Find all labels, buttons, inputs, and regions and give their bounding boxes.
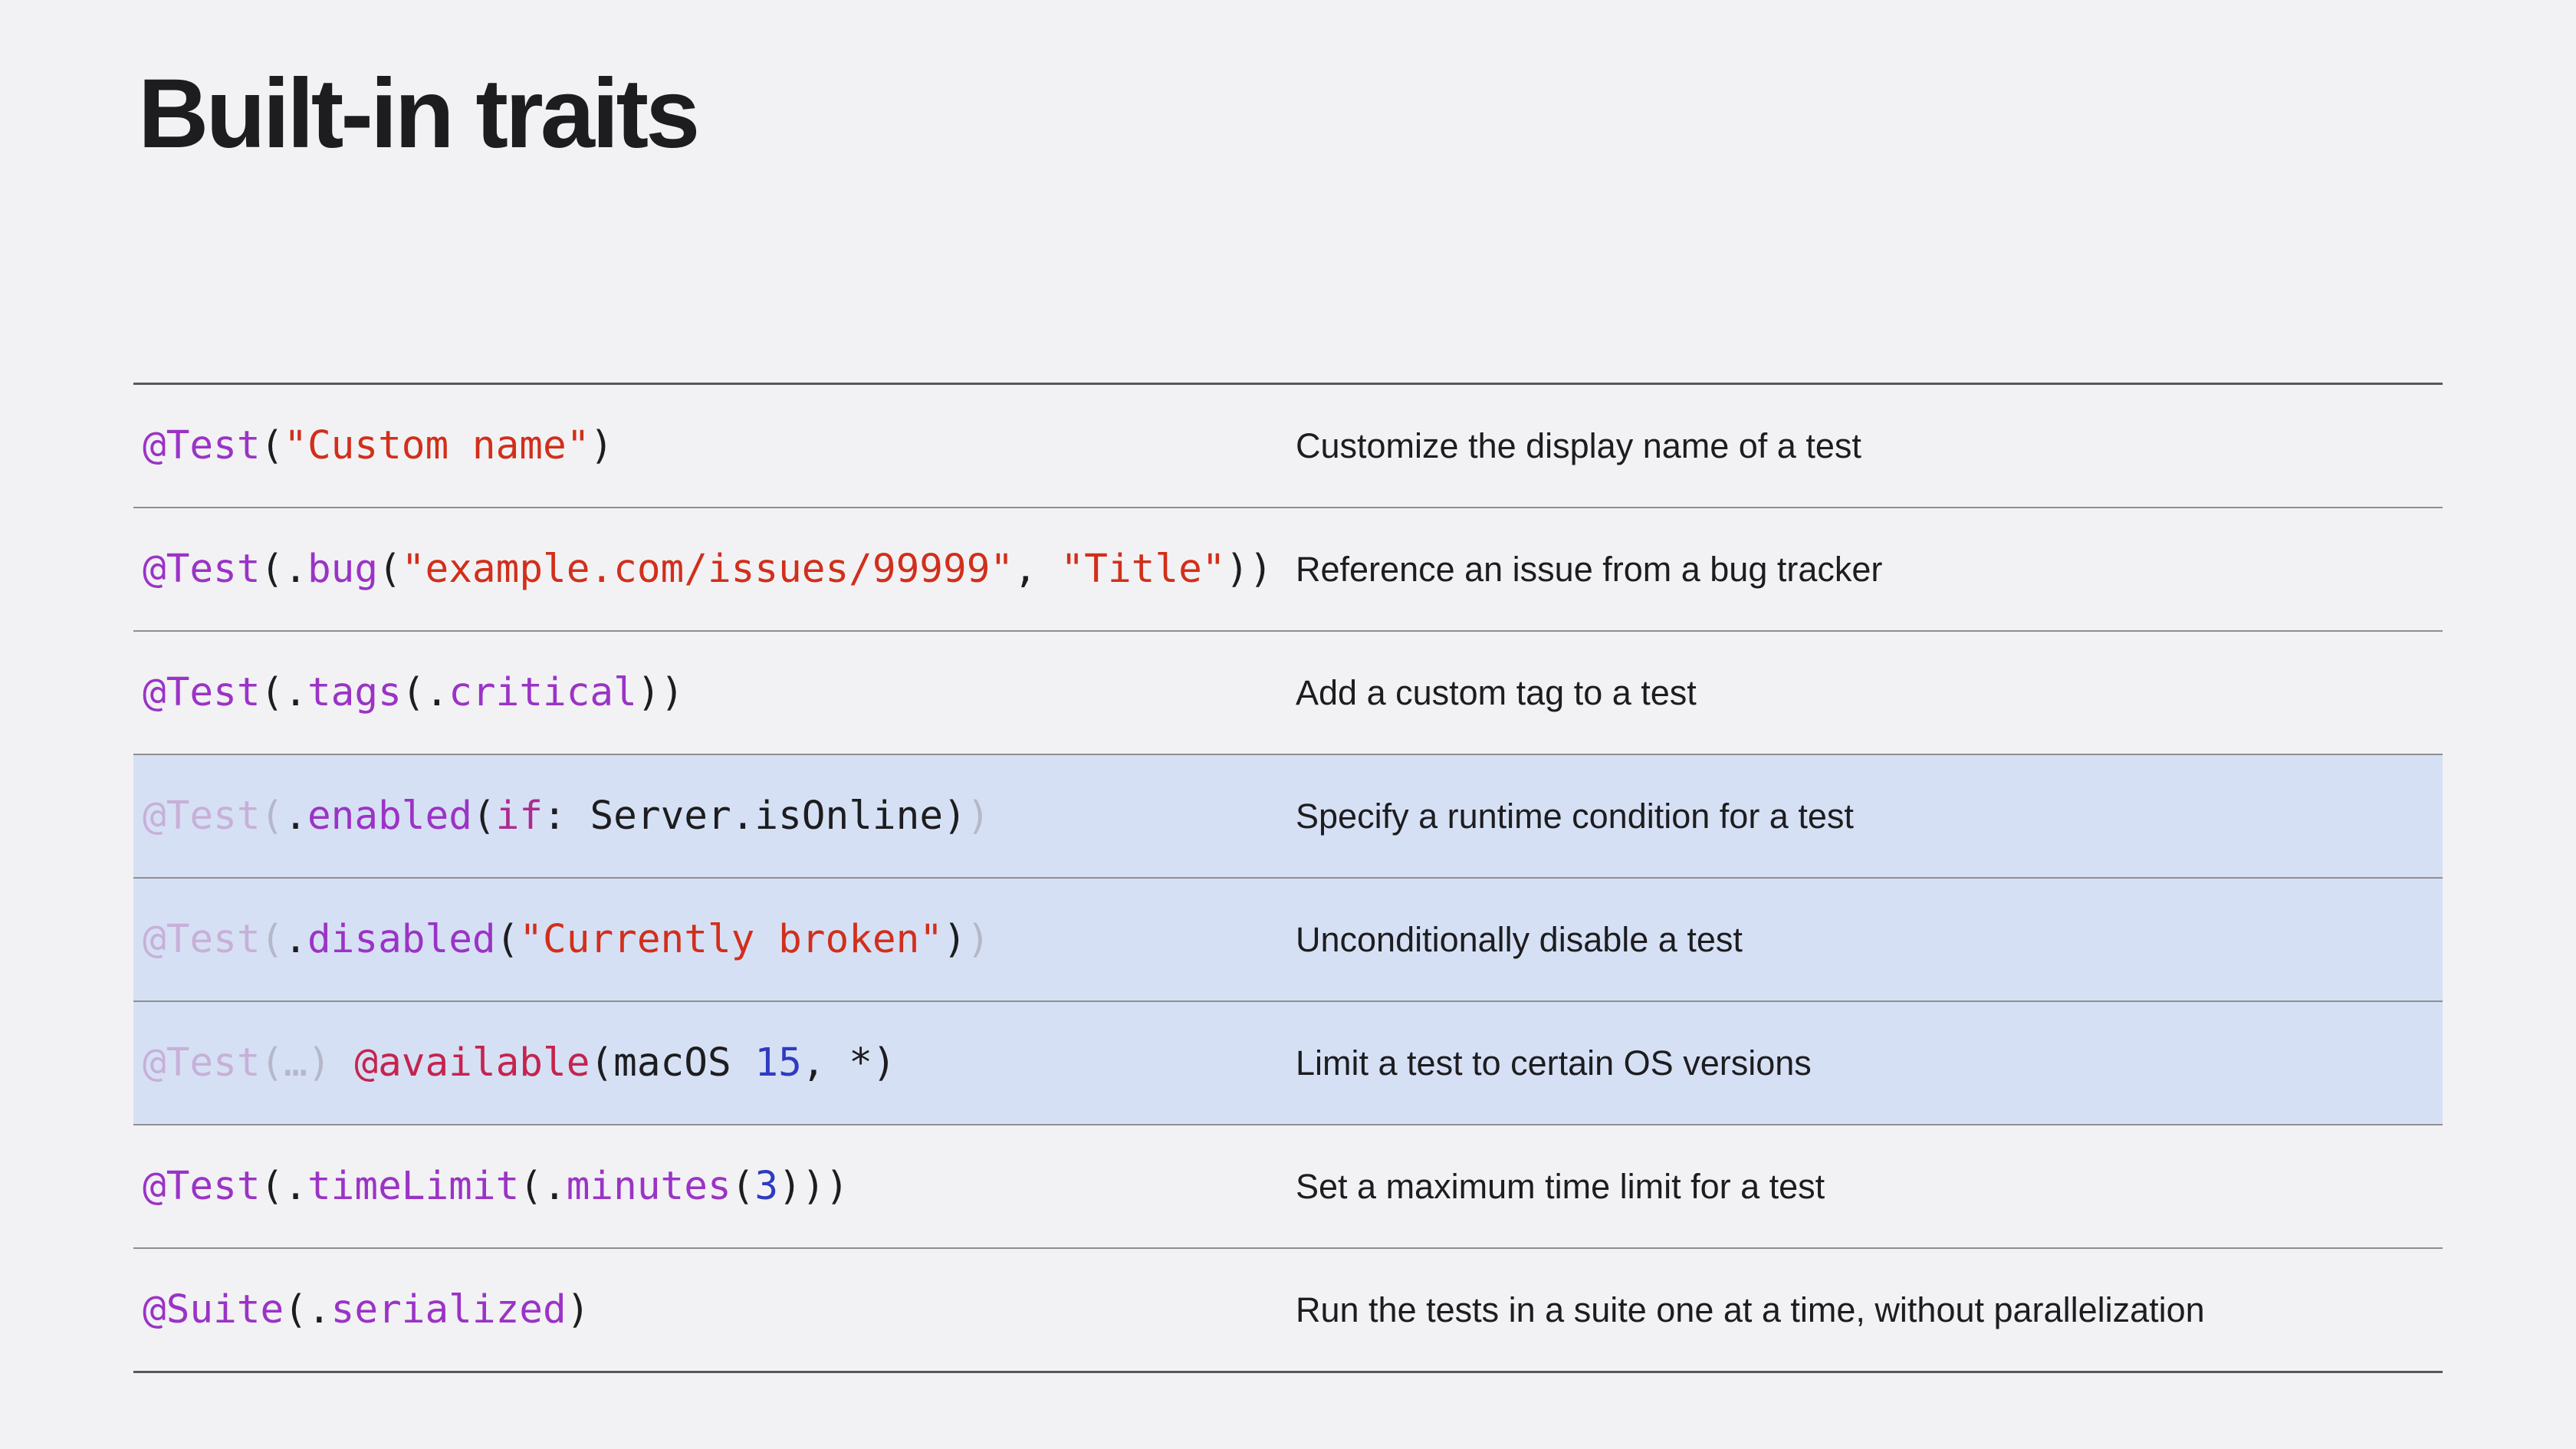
code-token: ( [260, 794, 284, 839]
code-token: disabled [307, 917, 496, 962]
code-token: @Test [143, 794, 261, 839]
code-token: )) [636, 670, 685, 715]
code-token: 15 [754, 1040, 802, 1086]
code-token: "Currently broken" [519, 917, 944, 962]
table-row: @Test(. enabled(if: Server.isOnline)) Spec… [133, 755, 2443, 879]
code-token: (. [401, 670, 449, 715]
code-token: ) [590, 423, 614, 468]
table-row: @Suite (. serialized) Run the tests in a su… [133, 1249, 2443, 1371]
code-token: 3 [754, 1164, 779, 1209]
code-token: ) [566, 1287, 590, 1332]
code-token: , [1014, 547, 1061, 592]
code-token: minutes [566, 1164, 731, 1209]
trait-description: Run the tests in a suite one at a time, … [1296, 1290, 2205, 1329]
code-token: ( [731, 1164, 755, 1209]
code-token: critical [449, 670, 637, 715]
code-token: "Custom name" [284, 423, 590, 468]
code-token: "Title" [1060, 547, 1226, 592]
trait-description: Add a custom tag to a test [1296, 672, 1697, 712]
code-token: @available [354, 1040, 590, 1086]
page-title: Built-in traits [138, 59, 700, 169]
trait-description: Reference an issue from a bug tracker [1296, 549, 1883, 589]
code-token: (. [260, 547, 307, 592]
code-token: ) [966, 917, 991, 962]
table-row: @Test(. disabled("Currently broken")) Unco… [133, 879, 2443, 1002]
code-token: @Test [143, 423, 261, 468]
code-token: @Test [143, 1164, 261, 1209]
code-token: ( [260, 917, 284, 962]
code-token: (. [260, 670, 307, 715]
table-row: @Test("Custom name") Customize the displa… [133, 385, 2443, 508]
code-token: (macOS [590, 1040, 755, 1086]
trait-code: @Test(. enabled(if: Server.isOnline)) [143, 755, 990, 877]
code-token: : Server.isOnline) [543, 794, 967, 839]
code-token: ))) [778, 1164, 849, 1209]
code-token: ( [260, 423, 284, 468]
code-token: (. [519, 1164, 567, 1209]
code-token: ( [495, 917, 520, 962]
code-token: bug [307, 547, 379, 592]
trait-code: @Test("Custom name") [143, 385, 613, 507]
table-row: @Test (. tags (. critical)) Add a custom tag … [133, 632, 2443, 755]
code-token: @Suite [143, 1287, 284, 1332]
code-token: @Test [143, 547, 261, 592]
code-token: @Test [143, 1040, 261, 1086]
trait-code: @Test (…) @available (macOS 15, *) [143, 1002, 896, 1124]
code-token: . [284, 794, 307, 839]
code-token: ) [966, 794, 991, 839]
code-token: . [284, 917, 307, 962]
table-row: @Test (. bug("example.com/issues/99999", "… [133, 508, 2443, 632]
code-token: , *) [801, 1040, 896, 1086]
code-token: enabled [307, 794, 472, 839]
trait-description: Set a maximum time limit for a test [1296, 1166, 1825, 1206]
code-token: @Test [143, 917, 261, 962]
trait-description: Customize the display name of a test [1296, 426, 1861, 465]
code-token: ) [943, 917, 967, 962]
code-token: "example.com/issues/99999" [401, 547, 1014, 592]
trait-code: @Test (. tags (. critical)) [143, 632, 684, 754]
code-token: serialized [330, 1287, 567, 1332]
trait-code: @Suite (. serialized) [143, 1249, 590, 1371]
trait-code: @Test (. bug("example.com/issues/99999", "… [143, 508, 1273, 630]
trait-description: Limit a test to certain OS versions [1296, 1043, 1812, 1083]
trait-code: @Test (. timeLimit (. minutes(3))) [143, 1125, 849, 1247]
code-token: (…) [260, 1040, 331, 1086]
table-row: @Test (. timeLimit (. minutes(3))) Set a maxi… [133, 1125, 2443, 1249]
trait-description: Unconditionally disable a test [1296, 919, 1743, 959]
trait-description: Specify a runtime condition for a test [1296, 796, 1854, 836]
code-token: ( [472, 794, 496, 839]
code-token: if [495, 794, 544, 839]
code-token: @Test [143, 670, 261, 715]
code-token: )) [1225, 547, 1273, 592]
table-row: @Test (…) @available (macOS 15, *) Limit a … [133, 1002, 2443, 1125]
code-token: ( [378, 547, 402, 592]
trait-code: @Test(. disabled("Currently broken")) [143, 879, 990, 1001]
code-token: (. [284, 1287, 331, 1332]
traits-table: @Test("Custom name") Customize the displa… [133, 383, 2443, 1373]
code-token: timeLimit [307, 1164, 520, 1209]
code-token: (. [260, 1164, 307, 1209]
code-token: tags [307, 670, 402, 715]
